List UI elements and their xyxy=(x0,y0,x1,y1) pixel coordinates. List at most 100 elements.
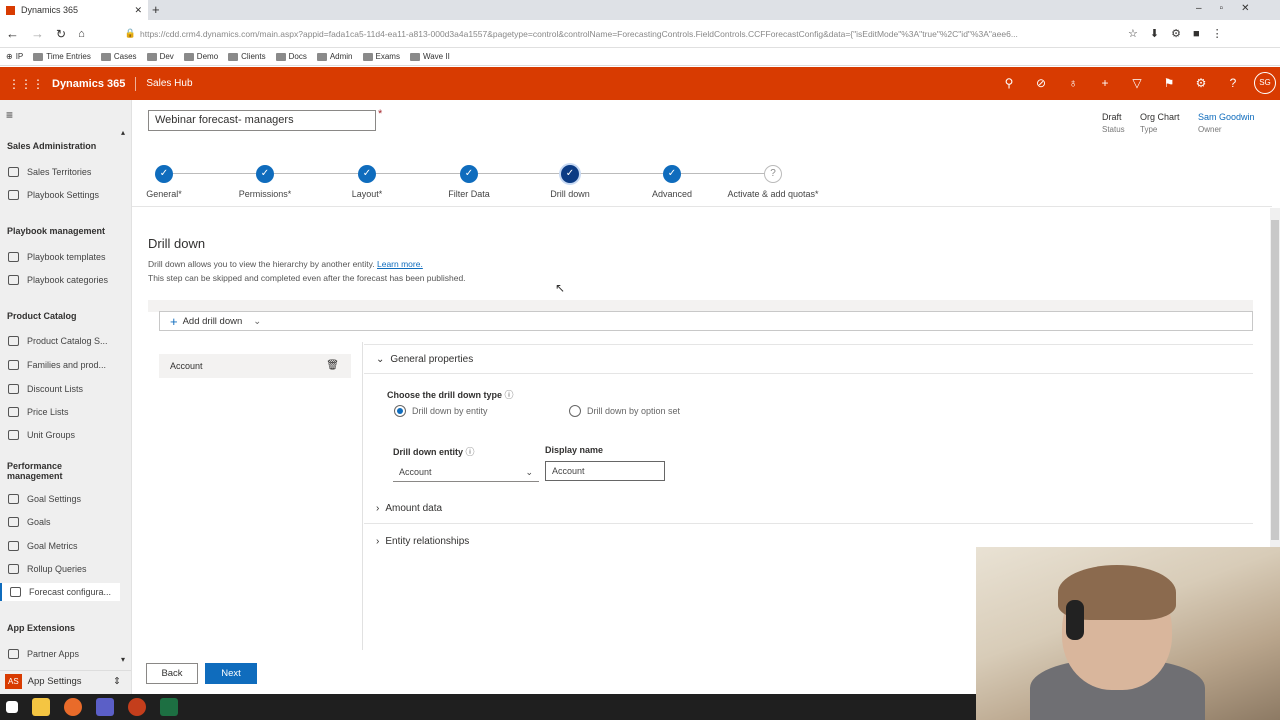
info-icon[interactable]: ⓘ xyxy=(505,390,514,400)
bookmark-cases[interactable]: Cases xyxy=(100,52,137,61)
lightbulb-icon[interactable]: ♁ xyxy=(1065,75,1081,91)
bookmark-wave-ii[interactable]: Wave II xyxy=(409,52,450,61)
forecast-name-field[interactable]: Webinar forecast- managers xyxy=(148,110,376,131)
dynamics-favicon-icon xyxy=(6,5,15,15)
avatar[interactable]: SG xyxy=(1254,72,1276,94)
hamburger-menu-icon[interactable]: ≡ xyxy=(6,108,13,122)
add-drill-dropdown-icon[interactable]: ⌄ xyxy=(253,316,261,327)
plus-icon[interactable]: + xyxy=(1097,75,1113,91)
scrollbar-thumb[interactable] xyxy=(1271,220,1279,540)
step-permissions[interactable]: ✓ Permissions* xyxy=(215,165,315,199)
owner-value[interactable]: Sam Goodwin xyxy=(1198,112,1255,122)
file-explorer-icon[interactable] xyxy=(32,698,50,716)
checkmark-icon: ✓ xyxy=(663,165,681,183)
switch-area-icon: ⇕ xyxy=(113,676,121,687)
sidebar-item-goals[interactable]: Goals xyxy=(0,513,120,531)
sidebar-item-rollup-queries[interactable]: Rollup Queries xyxy=(0,560,120,578)
excel-icon[interactable] xyxy=(160,698,178,716)
bookmark-exams[interactable]: Exams xyxy=(362,52,400,61)
sidebar-item-goal-settings[interactable]: Goal Settings xyxy=(0,490,120,508)
sidebar-item-sales-territories[interactable]: Sales Territories xyxy=(0,163,120,181)
sidebar-item-families[interactable]: Families and prod... xyxy=(0,356,120,374)
help-icon[interactable]: ? xyxy=(1225,75,1241,91)
back-arrow-icon[interactable]: ← xyxy=(6,26,19,41)
bookmark-ip[interactable]: ⊕ IP xyxy=(6,52,23,61)
windows-start-icon[interactable] xyxy=(6,701,18,713)
bookmark-docs[interactable]: Docs xyxy=(275,52,307,61)
status-value: Draft xyxy=(1102,112,1122,122)
teams-icon[interactable] xyxy=(96,698,114,716)
step-general[interactable]: ✓ General* xyxy=(114,165,214,199)
bookmark-admin[interactable]: Admin xyxy=(316,52,353,61)
sidebar-item-price-lists[interactable]: Price Lists xyxy=(0,403,120,421)
amount-data-section[interactable]: › Amount data xyxy=(364,494,1253,524)
step-layout[interactable]: ✓ Layout* xyxy=(317,165,417,199)
app-launcher-icon[interactable]: ⋮⋮⋮ xyxy=(8,77,44,91)
sidebar-item-forecast-configuration[interactable]: Forecast configura... xyxy=(0,583,120,601)
type-value: Org Chart xyxy=(1140,112,1180,122)
back-button[interactable]: Back xyxy=(146,663,198,684)
scroll-down-icon[interactable]: ▾ xyxy=(121,655,125,664)
sidebar-item-goal-metrics[interactable]: Goal Metrics xyxy=(0,537,120,555)
collapse-group-icon[interactable]: ▴ xyxy=(121,128,125,137)
firefox-icon[interactable] xyxy=(64,698,82,716)
close-tab-icon[interactable]: ✕ xyxy=(134,5,142,16)
search-icon[interactable]: ⚲ xyxy=(1001,75,1017,91)
settings-icon[interactable]: ⚙ xyxy=(1193,75,1209,91)
step-advanced[interactable]: ✓ Advanced xyxy=(622,165,722,199)
sidebar-item-playbook-categories[interactable]: Playbook categories xyxy=(0,271,120,289)
radio-unselected-icon xyxy=(569,405,581,417)
delete-icon[interactable]: 🗑 xyxy=(326,354,339,378)
task-icon[interactable]: ⊘ xyxy=(1033,75,1049,91)
add-drill-down-button[interactable]: Add drill down xyxy=(183,316,243,327)
sidebar-item-discount-lists[interactable]: Discount Lists xyxy=(0,380,120,398)
checkmark-icon: ✓ xyxy=(358,165,376,183)
home-icon[interactable]: ⌂ xyxy=(78,28,85,40)
drill-type-label: Choose the drill down type ⓘ xyxy=(387,390,514,400)
general-properties-section[interactable]: ⌄ General properties xyxy=(364,344,1253,374)
sidebar-item-product-catalog-settings[interactable]: Product Catalog S... xyxy=(0,332,120,350)
area-switcher[interactable]: AS App Settings ⇕ xyxy=(0,670,131,692)
app-name[interactable]: Sales Hub xyxy=(146,78,192,89)
folder-icon xyxy=(183,52,194,61)
next-button[interactable]: Next xyxy=(205,663,257,684)
target-icon xyxy=(8,517,19,527)
bookmark-dev[interactable]: Dev xyxy=(146,52,174,61)
status-meta: Draft Status xyxy=(1102,112,1125,134)
assistant-icon[interactable]: ⚑ xyxy=(1161,75,1177,91)
checkmark-icon: ✓ xyxy=(561,165,579,183)
new-tab-button[interactable]: + xyxy=(152,2,160,17)
drill-entity-select[interactable]: Account ⌄ xyxy=(393,462,539,482)
bookmark-demo[interactable]: Demo xyxy=(183,52,218,61)
info-icon[interactable]: ⓘ xyxy=(466,447,475,457)
browser-tab[interactable]: Dynamics 365 ✕ xyxy=(0,0,148,20)
drill-note: This step can be skipped and completed e… xyxy=(148,273,466,283)
display-name-input[interactable]: Account xyxy=(545,461,665,481)
list-item[interactable]: Account 🗑 xyxy=(159,354,351,378)
step-activate[interactable]: ? Activate & add quotas* xyxy=(723,165,823,199)
powerpoint-icon[interactable] xyxy=(128,698,146,716)
browser-toolbar-icons[interactable]: ☆⬇⚙■⋮ xyxy=(1128,27,1235,40)
step-drill-down[interactable]: ✓ Drill down xyxy=(520,165,620,199)
sidebar-item-playbook-templates[interactable]: Playbook templates xyxy=(0,248,120,266)
brand-title[interactable]: Dynamics 365 xyxy=(52,78,125,90)
filter-icon[interactable]: ▽ xyxy=(1129,75,1145,91)
reload-icon[interactable]: ↻ xyxy=(56,27,66,41)
bookmark-time-entries[interactable]: Time Entries xyxy=(33,52,91,61)
sidebar-item-unit-groups[interactable]: Unit Groups xyxy=(0,426,120,444)
learn-more-link[interactable]: Learn more. xyxy=(377,259,423,269)
radio-drill-by-option-set[interactable]: Drill down by option set xyxy=(569,405,680,417)
radio-drill-by-entity[interactable]: Drill down by entity xyxy=(394,405,488,417)
add-icon[interactable]: + xyxy=(170,314,178,329)
step-filter-data[interactable]: ✓ Filter Data xyxy=(419,165,519,199)
bookmark-clients[interactable]: Clients xyxy=(228,52,266,61)
sidebar-item-playbook-settings[interactable]: Playbook Settings xyxy=(0,186,120,204)
url-text[interactable]: https://cdd.crm4.dynamics.com/main.aspx?… xyxy=(140,25,1110,43)
sidebar-item-partner-apps[interactable]: Partner Apps xyxy=(0,645,120,663)
display-name-label: Display name xyxy=(545,445,604,455)
chevron-right-icon: › xyxy=(376,535,380,547)
window-controls[interactable]: –▫✕ xyxy=(1196,3,1268,14)
forward-arrow-icon[interactable]: → xyxy=(31,26,44,41)
question-icon: ? xyxy=(764,165,782,183)
type-label: Type xyxy=(1140,125,1158,134)
